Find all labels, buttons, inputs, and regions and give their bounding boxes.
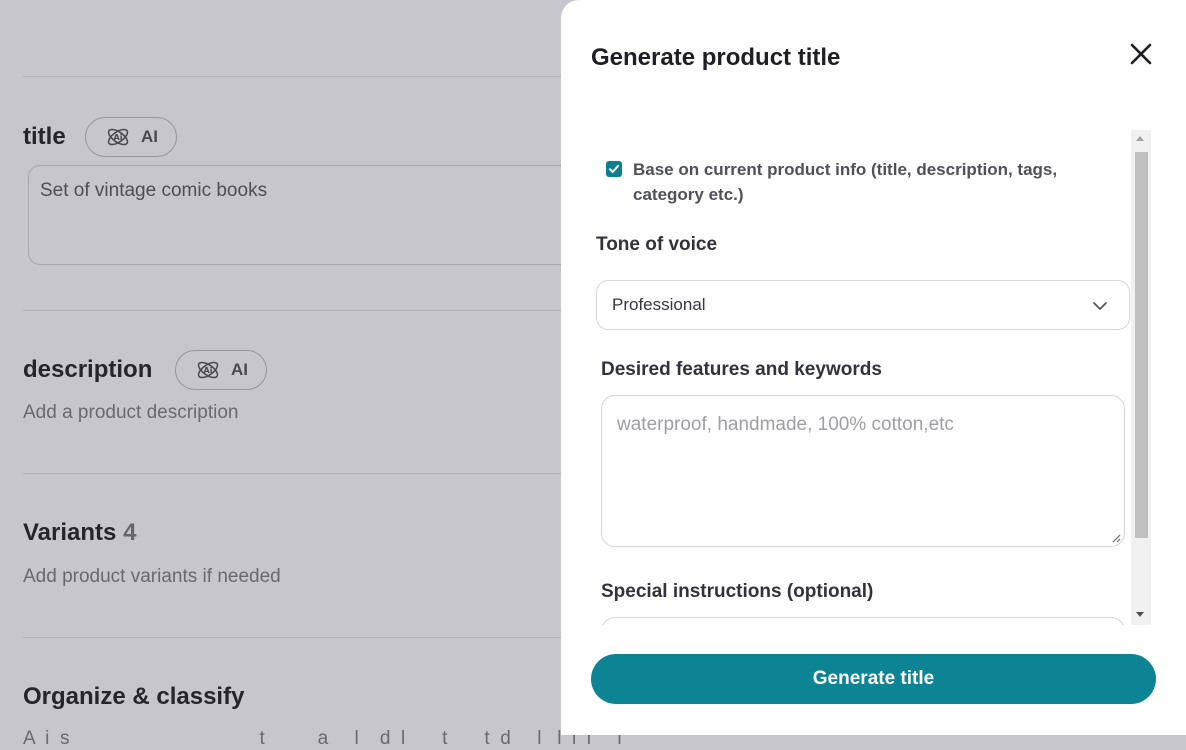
variants-heading-label: Variants: [23, 519, 117, 546]
modal-title: Generate product title: [591, 44, 841, 71]
section-divider: [23, 637, 583, 638]
variants-count: 4: [123, 519, 137, 546]
title-input[interactable]: Set of vintage comic books: [28, 165, 628, 265]
variants-subtitle: Add product variants if needed: [23, 566, 281, 587]
keywords-label: Desired features and keywords: [601, 359, 882, 380]
close-icon: [1130, 43, 1152, 65]
scrollbar-thumb[interactable]: [1135, 152, 1148, 538]
generate-title-modal: Generate product title Base on current p…: [561, 0, 1186, 735]
resize-handle-icon[interactable]: [1111, 533, 1121, 543]
description-subtitle: Add a product description: [23, 402, 239, 423]
section-divider: [23, 76, 583, 77]
keywords-placeholder: waterproof, handmade, 100% cotton,etc: [617, 414, 954, 435]
organize-subtitle: A i s t a l d l t t d l l i i i: [23, 728, 622, 749]
generate-title-button[interactable]: Generate title: [591, 654, 1156, 704]
ai-atom-icon: Ai: [197, 361, 219, 379]
close-button[interactable]: [1127, 40, 1155, 68]
organize-heading: Organize & classify: [23, 683, 245, 710]
ai-badge-label: AI: [141, 127, 158, 146]
tone-select[interactable]: Professional: [596, 280, 1130, 330]
scroll-down-arrow[interactable]: [1136, 612, 1144, 617]
variants-heading: Variants 4: [23, 519, 136, 547]
base-on-current-label[interactable]: Base on current product info (title, des…: [633, 157, 1113, 207]
keywords-textarea[interactable]: waterproof, handmade, 100% cotton,etc: [601, 395, 1125, 547]
chevron-down-icon: [1093, 302, 1107, 310]
special-instructions-label: Special instructions (optional): [601, 581, 874, 602]
scroll-up-arrow[interactable]: [1136, 136, 1144, 141]
svg-text:Ai: Ai: [204, 366, 213, 375]
svg-text:Ai: Ai: [114, 133, 123, 142]
description-heading: description: [23, 356, 153, 383]
check-icon: [609, 165, 619, 173]
tone-selected-value: Professional: [612, 295, 706, 314]
tone-label: Tone of voice: [596, 234, 718, 255]
section-divider: [23, 473, 583, 474]
ai-badge-label: AI: [231, 360, 248, 379]
description-ai-button[interactable]: Ai AI: [175, 350, 267, 390]
section-divider: [23, 310, 583, 311]
title-ai-button[interactable]: Ai AI: [85, 117, 177, 157]
base-on-current-checkbox[interactable]: [606, 161, 622, 177]
title-heading: title: [23, 123, 66, 150]
ai-atom-icon: Ai: [107, 128, 129, 146]
